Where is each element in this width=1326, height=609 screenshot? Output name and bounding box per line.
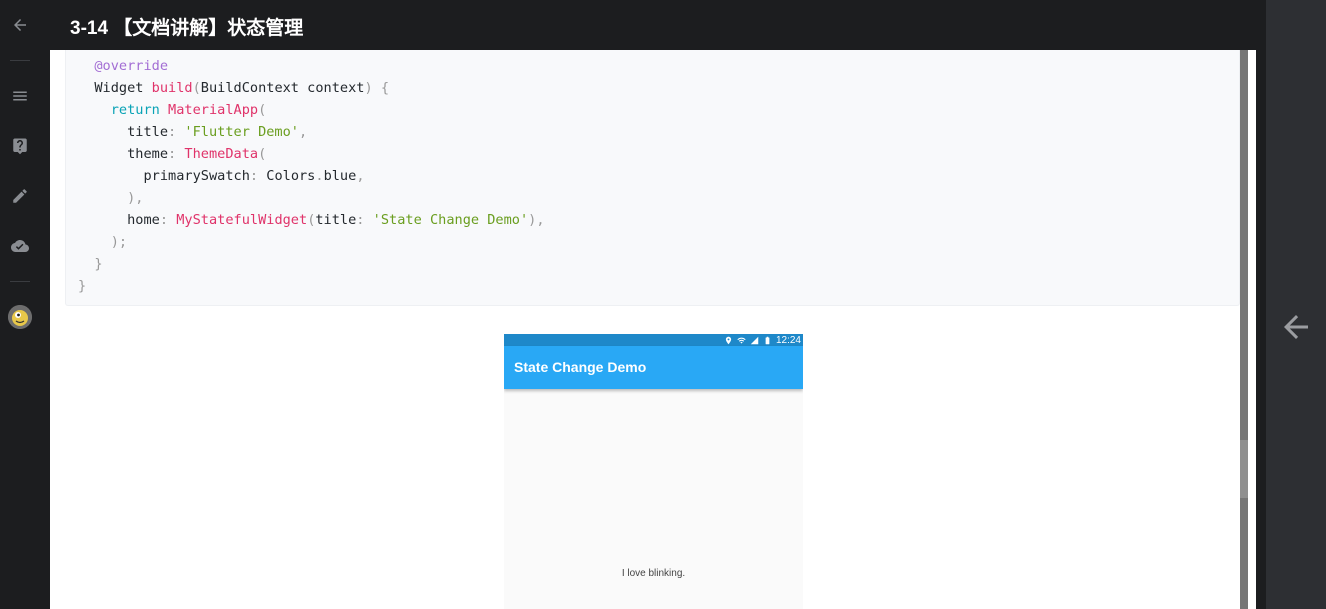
code-token: , [298,124,308,140]
help-icon [13,138,27,155]
code-token: ThemeData [184,146,259,162]
code-token: ), [127,190,144,206]
code-token: } [94,256,103,272]
phone-app-bar: State Change Demo [504,346,803,389]
left-sidebar [0,0,50,609]
avatar-image [8,305,32,329]
code-line: } [78,253,545,275]
right-panel [1266,0,1326,609]
code-line: title: 'Flutter Demo', [78,121,545,143]
code-line: theme: ThemeData( [78,143,545,165]
code-text: @override Widget build(BuildContext cont… [78,55,545,297]
code-token: , [356,168,365,184]
menu-icon [13,91,27,101]
wifi-icon [737,337,746,343]
arrow-left-icon [1284,315,1308,339]
code-token: 'Flutter Demo' [184,124,299,140]
arrow-left-icon [14,19,26,31]
code-line: primarySwatch: Colors.blue, [78,165,545,187]
code-token: ) { [364,80,390,96]
code-token: blue [323,168,357,184]
page-title: 3-14 【文档讲解】状态管理 [70,18,304,39]
code-token: ), [528,212,545,228]
user-avatar[interactable] [8,305,32,329]
edit-button[interactable] [0,176,40,216]
code-token: : [249,168,267,184]
code-line: Widget build(BuildContext context) { [78,77,545,99]
code-token: home [127,212,160,228]
help-button[interactable] [0,126,40,166]
location-icon [725,336,732,344]
code-token: BuildContext context [200,80,365,96]
code-token: title [315,212,357,228]
scrollbar-thumb[interactable] [1240,440,1248,498]
menu-button[interactable] [0,76,40,116]
blink-text: I love blinking. [621,568,686,579]
article-content: @override Widget build(BuildContext cont… [50,50,1256,609]
code-line: } [78,275,545,297]
signal-icon [750,336,759,344]
phone-screenshot: 12:24 State Change Demo I love blinking. [504,334,803,609]
code-line: ), [78,187,545,209]
code-token: . [315,168,324,184]
title-bar: 3-14 【文档讲解】状态管理 [50,0,1256,50]
code-line: home: MyStatefulWidget(title: 'State Cha… [78,209,545,231]
code-token: return [110,102,169,118]
code-token: Widget [94,80,152,96]
code-token: Colors [266,168,316,184]
code-token: theme [127,146,169,162]
sidebar-divider [10,281,30,282]
code-token: 'State Change Demo' [372,212,529,228]
content-scrollbar[interactable] [1240,50,1248,609]
code-token: : [168,146,185,162]
phone-status-bar: 12:24 [504,334,803,346]
code-token: } [78,278,87,294]
status-time: 12:24 [775,334,801,346]
code-token: ( [258,146,267,162]
sidebar-divider [10,60,30,61]
code-token: MaterialApp [168,102,259,118]
code-token: primarySwatch [143,168,250,184]
code-token: title [127,124,169,140]
code-token: ); [110,234,128,250]
back-button[interactable] [0,5,40,45]
code-token: ( [258,102,267,118]
cloud-button[interactable] [0,226,40,266]
edit-icon [13,189,27,203]
code-line: ); [78,231,545,253]
code-token: : [159,212,177,228]
code-token: build [151,80,193,96]
code-line: return MaterialApp( [78,99,545,121]
cloud-done-icon [11,240,29,252]
code-token: ( [192,80,201,96]
code-token: : [168,124,185,140]
app-bar-title: State Change Demo [514,359,647,375]
code-token: : [356,212,373,228]
code-token: MyStatefulWidget [176,212,308,228]
code-line: @override [78,55,545,77]
code-token: @override [94,58,169,74]
code-block: @override Widget build(BuildContext cont… [65,50,1240,306]
battery-icon [765,336,770,344]
previous-page-button[interactable] [1278,309,1314,345]
status-icons: 12:24 [724,334,801,346]
